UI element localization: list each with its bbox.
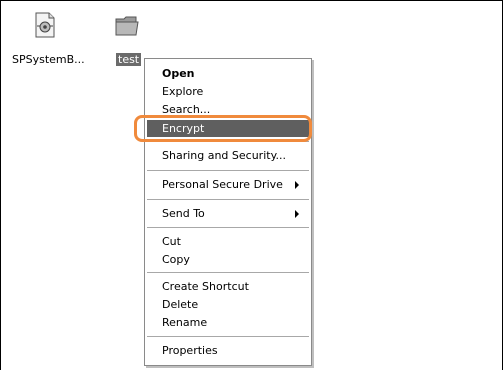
menu-item-label: Send To [162, 207, 205, 220]
menu-item-open[interactable]: Open [147, 65, 309, 82]
menu-item-explore[interactable]: Explore [147, 83, 309, 100]
desktop-icon-label: SPSystemB... [12, 53, 85, 66]
menu-item-sharing-security[interactable]: Sharing and Security... [147, 147, 309, 164]
frame-left-border [0, 0, 1, 370]
menu-separator [147, 336, 309, 337]
submenu-arrow-icon [295, 210, 299, 218]
menu-item-label: Personal Secure Drive [162, 178, 283, 191]
menu-item-send-to[interactable]: Send To [147, 205, 309, 222]
menu-separator [147, 272, 309, 273]
menu-item-properties[interactable]: Properties [147, 342, 309, 359]
folder-icon [114, 14, 140, 41]
menu-separator [147, 199, 309, 200]
menu-item-personal-secure-drive[interactable]: Personal Secure Drive [147, 176, 309, 193]
desktop-icon-label-selected: test [116, 53, 142, 66]
menu-separator [147, 227, 309, 228]
menu-separator [147, 170, 309, 171]
menu-item-delete[interactable]: Delete [147, 296, 309, 313]
encrypt-highlight-callout [134, 115, 312, 142]
desktop-icon-test-folder[interactable]: test [100, 10, 142, 70]
desktop-icon-spsystem[interactable]: SPSystemB... [8, 10, 88, 70]
frame-top-border [0, 0, 503, 1]
system-file-icon [32, 12, 58, 41]
menu-item-create-shortcut[interactable]: Create Shortcut [147, 278, 309, 295]
menu-item-cut[interactable]: Cut [147, 233, 309, 250]
context-menu: Open Explore Search... Encrypt Sharing a… [144, 58, 312, 366]
menu-item-rename[interactable]: Rename [147, 314, 309, 331]
submenu-arrow-icon [295, 181, 299, 189]
menu-item-copy[interactable]: Copy [147, 251, 309, 268]
